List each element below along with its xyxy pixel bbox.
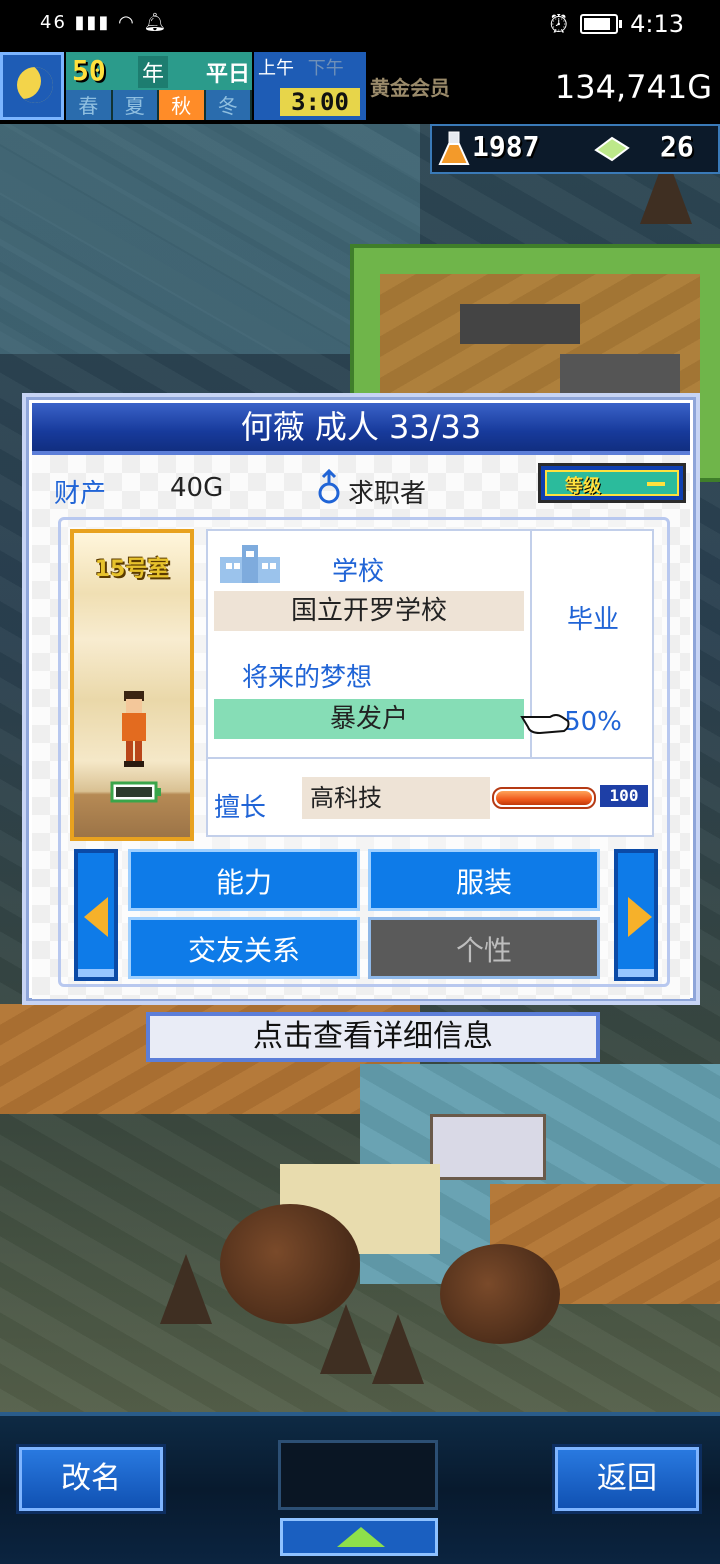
skill-label: 擅长 [214, 793, 267, 823]
pointer-hand-icon [520, 714, 570, 735]
network-type: 46 [40, 12, 67, 33]
tab-relationships[interactable]: 交友关系 [128, 917, 360, 979]
season-winter: 冬 [205, 90, 252, 120]
left-arrow-icon [84, 897, 108, 937]
up-arrow-icon [337, 1527, 385, 1547]
wifi-icon: ◠ [118, 12, 136, 33]
signal-indicator: 46 ▮▮▮ ◠ 🔔︎ [40, 12, 168, 33]
bed-furniture [460, 304, 580, 344]
resident-sprite [122, 691, 146, 767]
pine-tree [160, 1254, 212, 1324]
system-status-bar: 46 ▮▮▮ ◠ 🔔︎ ⏰︎ 4:13 [0, 0, 720, 50]
season-summer: 夏 [112, 90, 159, 120]
back-button[interactable]: 返回 [552, 1444, 702, 1514]
tab-personality[interactable]: 个性 [368, 917, 600, 979]
next-resident-button[interactable] [614, 849, 658, 981]
ticket-count: 26 [660, 130, 694, 163]
pine-tree [372, 1314, 424, 1384]
room-portrait[interactable]: 15号室 [70, 529, 194, 841]
night-moon-icon[interactable] [0, 52, 64, 120]
signal-icon: ▮▮▮ [74, 12, 111, 33]
previous-resident-button[interactable] [74, 849, 118, 981]
right-arrow-icon [628, 897, 652, 937]
pm-label: 下午 [307, 58, 344, 79]
bed-furniture [430, 1114, 546, 1180]
dream-value: 暴发户 [214, 699, 524, 739]
level-value-dash [647, 482, 665, 486]
money-amount: 134,741G [554, 68, 712, 106]
rename-button[interactable]: 改名 [16, 1444, 166, 1514]
level-badge[interactable]: 等级 [538, 463, 686, 503]
assets-value: 40G [170, 473, 224, 503]
center-slot [278, 1440, 438, 1510]
resident-info-dialog: 何薇 成人 33/33 财产 40G 求职者 等级 15号室 学校 国立开罗学校… [22, 393, 700, 1005]
battery-icon [580, 14, 623, 34]
research-points: 1987 [472, 130, 540, 163]
school-label: 学校 [332, 557, 385, 587]
bed-furniture [560, 354, 680, 394]
dream-label: 将来的梦想 [242, 663, 373, 693]
school-building-icon [220, 545, 280, 583]
assets-label: 财产 [54, 479, 107, 509]
autumn-tree [440, 1244, 560, 1344]
season-autumn: 秋 [159, 90, 206, 120]
am-label: 上午 [258, 58, 294, 79]
profile-panel: 学校 国立开罗学校 毕业 将来的梦想 暴发户 50% 擅长 高科技 100 [206, 529, 654, 837]
skill-level: 100 [600, 785, 648, 807]
expand-menu-button[interactable] [280, 1518, 438, 1556]
alarm-icon: ⏰︎ [549, 10, 569, 38]
bottom-toolbar: 改名 返回 [0, 1412, 720, 1564]
notification-bell-icon: 🔔︎ [143, 12, 169, 33]
job-status: 求职者 [348, 479, 427, 509]
membership-label: 黄金会员 [370, 76, 450, 100]
research-flask-icon [438, 131, 470, 165]
game-clock: 3:00 [280, 88, 360, 116]
pine-tree [320, 1304, 372, 1374]
tab-clothing[interactable]: 服装 [368, 849, 600, 911]
tab-ability[interactable]: 能力 [128, 849, 360, 911]
clock-time: 4:13 [630, 10, 684, 38]
male-gender-icon [318, 469, 340, 504]
season-strip: 春 夏 秋 冬 [66, 90, 252, 120]
year-number: 50 [72, 54, 106, 87]
time-panel: 上午 下午 3:00 [254, 52, 366, 120]
skill-value: 高科技 [302, 777, 490, 819]
game-hud: 50 年 平日 春 夏 秋 冬 上午 下午 3:00 黄金会员 134,741G [0, 50, 720, 124]
year-unit: 年 [138, 56, 169, 88]
season-spring: 春 [66, 90, 113, 120]
resource-bar: 1987 26 [430, 124, 720, 174]
details-hint-button[interactable]: 点击查看详细信息 [146, 1012, 600, 1062]
graduation-status: 毕业 [566, 605, 619, 635]
skill-gauge [492, 787, 596, 809]
ticket-icon [594, 136, 630, 162]
weekday-label: 平日 [206, 62, 251, 87]
calendar-panel[interactable]: 50 年 平日 春 夏 秋 冬 [66, 52, 252, 120]
level-label: 等级 [565, 476, 601, 497]
dialog-title: 何薇 成人 33/33 [32, 403, 690, 455]
room-number: 15号室 [94, 557, 170, 582]
school-name: 国立开罗学校 [214, 591, 524, 631]
stamina-battery-icon [110, 781, 161, 803]
